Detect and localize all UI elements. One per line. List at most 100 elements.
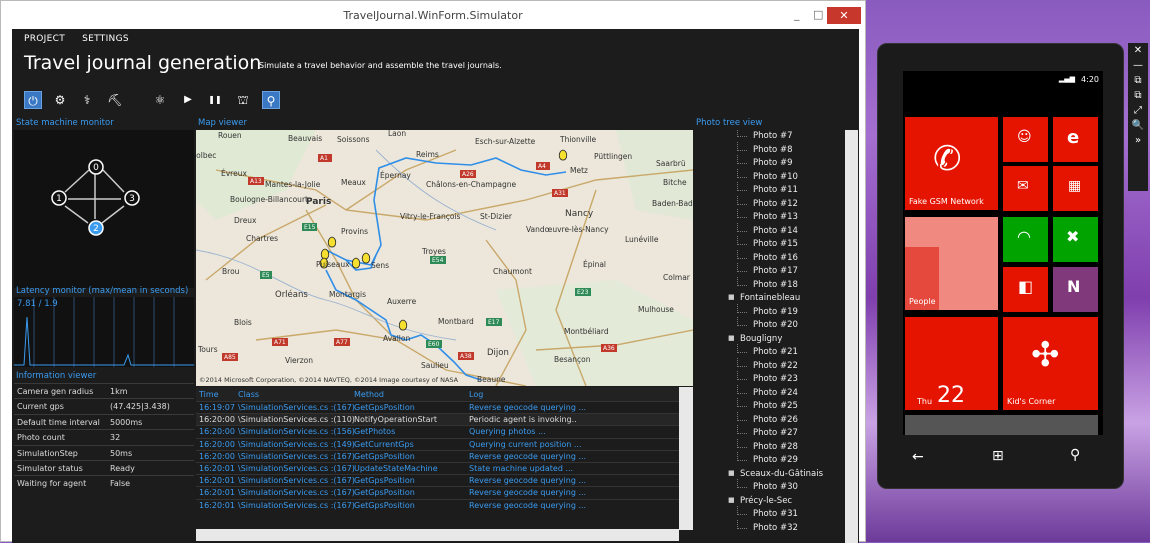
minimize-icon[interactable]: — (1128, 60, 1148, 71)
log-row[interactable]: 16:20:00 \SimulationServices.cs :(156) Get… (196, 425, 679, 437)
info-value[interactable]: 5000ms (110, 418, 142, 427)
info-value[interactable]: 50ms (110, 449, 132, 458)
windows-icon[interactable]: ⊞ (992, 448, 1004, 464)
tree-folder[interactable]: ■ Sceaux-du-Gâtinais (695, 468, 856, 482)
play-icon[interactable]: ▶ (179, 91, 197, 109)
phone-tile[interactable]: ✆ Fake GSM Network (905, 117, 998, 210)
collapse-icon[interactable]: ■ (728, 469, 735, 477)
games-tile[interactable]: ✖ (1053, 217, 1098, 262)
network-icon[interactable]: ⚛ (151, 91, 169, 109)
search-icon[interactable]: ⚲ (1070, 447, 1080, 463)
info-value[interactable]: 1km (110, 387, 128, 396)
log-row[interactable]: 16:20:01 \SimulationServices.cs :(167) Get… (196, 474, 679, 486)
tree-photo-item[interactable]: Photo #9 (695, 155, 856, 171)
maximize-button[interactable]: □ (813, 8, 823, 21)
collapse-icon[interactable]: ■ (728, 293, 735, 301)
tree-folder[interactable]: ■ Fontainebleau (695, 292, 856, 306)
rotate-right-icon[interactable]: ⧉ (1128, 90, 1148, 101)
kids-corner-tile[interactable]: ✣ Kid's Corner (1003, 317, 1098, 410)
col-class[interactable]: Class (238, 390, 259, 399)
info-value[interactable]: 32 (110, 433, 120, 442)
tree-photo-item[interactable]: Photo #24 (695, 384, 856, 401)
tools-icon[interactable]: » (1128, 135, 1148, 146)
svg-text:Püttlingen: Püttlingen (594, 152, 632, 161)
messaging-tile[interactable]: ☺ (1003, 117, 1048, 162)
tree-photo-item[interactable]: Photo #11 (695, 182, 856, 198)
svg-text:Reims: Reims (416, 150, 439, 159)
tree-photo-item[interactable]: Photo #25 (695, 398, 856, 414)
info-value[interactable]: False (110, 479, 130, 488)
tree-photo-item[interactable]: Photo #28 (695, 438, 856, 455)
tree-photo-item[interactable]: Photo #22 (695, 357, 856, 374)
tree-photo-item[interactable]: Photo #14 (695, 222, 856, 239)
close-icon[interactable]: ✕ (1128, 45, 1148, 56)
rotate-left-icon[interactable]: ⧉ (1128, 75, 1148, 86)
collapse-icon[interactable]: ■ (728, 496, 735, 504)
collapse-icon[interactable]: ■ (728, 334, 735, 342)
calendar-tile[interactable]: Thu 22 (905, 317, 998, 410)
col-log[interactable]: Log (469, 390, 483, 399)
log-row[interactable]: 16:20:01 \SimulationServices.cs :(167) Upd… (196, 461, 679, 474)
tree-photo-item[interactable]: Photo #17 (695, 263, 856, 279)
col-time[interactable]: Time (199, 390, 219, 399)
tree-photo-item[interactable]: Photo #15 (695, 236, 856, 252)
tree-photo-item[interactable]: Photo #19 (695, 303, 856, 320)
svg-text:Troyes: Troyes (421, 247, 446, 256)
tree-photo-item[interactable]: Photo #30 (695, 479, 856, 495)
tree-photo-item[interactable]: Photo #32 (695, 519, 856, 536)
menu-project[interactable]: PROJECT (24, 34, 65, 44)
log-row[interactable]: 16:20:01 \SimulationServices.cs :(167) Get… (196, 486, 679, 498)
info-value[interactable]: (47.425|3.438) (110, 402, 170, 411)
col-method[interactable]: Method (354, 390, 384, 399)
tree-photo-item[interactable]: Photo #31 (695, 506, 856, 522)
tree-photo-item[interactable]: Photo #23 (695, 371, 856, 387)
tree-photo-item[interactable]: Photo #13 (695, 209, 856, 225)
broom-icon[interactable]: ⛏ (106, 91, 124, 109)
tree-photo-item[interactable]: Photo #7 (695, 130, 856, 144)
info-key: Camera gen radius (17, 387, 94, 396)
log-hscrollbar[interactable] (196, 529, 679, 541)
tree-folder[interactable]: ■ Bougligny (695, 333, 856, 347)
tree-photo-item[interactable]: Photo #18 (695, 276, 856, 293)
menu-settings[interactable]: SETTINGS (82, 34, 129, 44)
log-row[interactable]: 16:20:01 \SimulationServices.cs :(167) Get… (196, 498, 679, 511)
stamp-icon[interactable]: ⛫ (234, 91, 252, 109)
pause-icon[interactable]: ❚❚ (206, 91, 224, 109)
info-value[interactable]: Ready (110, 464, 135, 473)
fit-screen-icon[interactable]: ⤢ (1128, 105, 1148, 116)
photos-tile[interactable] (905, 415, 1098, 435)
log-row[interactable]: 16:20:00 \SimulationServices.cs :(167) Get… (196, 449, 679, 462)
tree-photo-item[interactable]: Photo #27 (695, 425, 856, 441)
office-tile[interactable]: ◧ (1003, 267, 1048, 312)
ie-tile[interactable]: e (1053, 117, 1098, 162)
tree-photo-item[interactable]: Photo #21 (695, 344, 856, 360)
log-row[interactable]: 16:20:00 \SimulationServices.cs :(110) Not… (196, 413, 679, 426)
map-viewer[interactable]: Rouen Beauvais Soissons Laon Reims Thion… (196, 130, 693, 386)
power-icon[interactable]: ⏻ (24, 91, 42, 109)
svg-text:Chaumont: Chaumont (493, 267, 532, 276)
minimize-button[interactable]: _ (794, 8, 800, 21)
mail-tile[interactable]: ✉ (1003, 166, 1048, 211)
tree-photo-item[interactable]: Photo #26 (695, 411, 856, 428)
search-icon[interactable]: ⚲ (262, 91, 280, 109)
tree-photo-item[interactable]: Photo #8 (695, 141, 856, 158)
tree-photo-item[interactable]: Photo #10 (695, 168, 856, 185)
tree-folder[interactable]: ■ Précy-le-Sec (695, 495, 856, 509)
gear-icon[interactable]: ⚙ (51, 91, 69, 109)
tree-photo-item[interactable]: Photo #16 (695, 249, 856, 266)
log-row[interactable]: 16:19:07 \SimulationServices.cs :(167) Get… (196, 401, 679, 413)
tree-scrollbar[interactable] (845, 130, 858, 543)
music-tile[interactable]: ◠ (1003, 217, 1048, 262)
log-row[interactable]: 16:20:00 \SimulationServices.cs :(149) Get… (196, 437, 679, 450)
tree-photo-item[interactable]: Photo #12 (695, 195, 856, 212)
tree-photo-item[interactable]: Photo #29 (695, 452, 856, 468)
onenote-tile[interactable]: N (1053, 267, 1098, 312)
people-tile[interactable]: People (905, 217, 998, 310)
tree-photo-item[interactable]: Photo #20 (695, 317, 856, 333)
log-vscrollbar[interactable] (679, 387, 693, 530)
zoom-icon[interactable]: 🔍 (1128, 120, 1148, 131)
close-button[interactable]: ✕ (827, 7, 861, 24)
back-icon[interactable]: ← (912, 449, 924, 465)
store-tile[interactable]: ▦ (1053, 166, 1098, 211)
agent-icon[interactable]: ⚕ (78, 91, 96, 109)
